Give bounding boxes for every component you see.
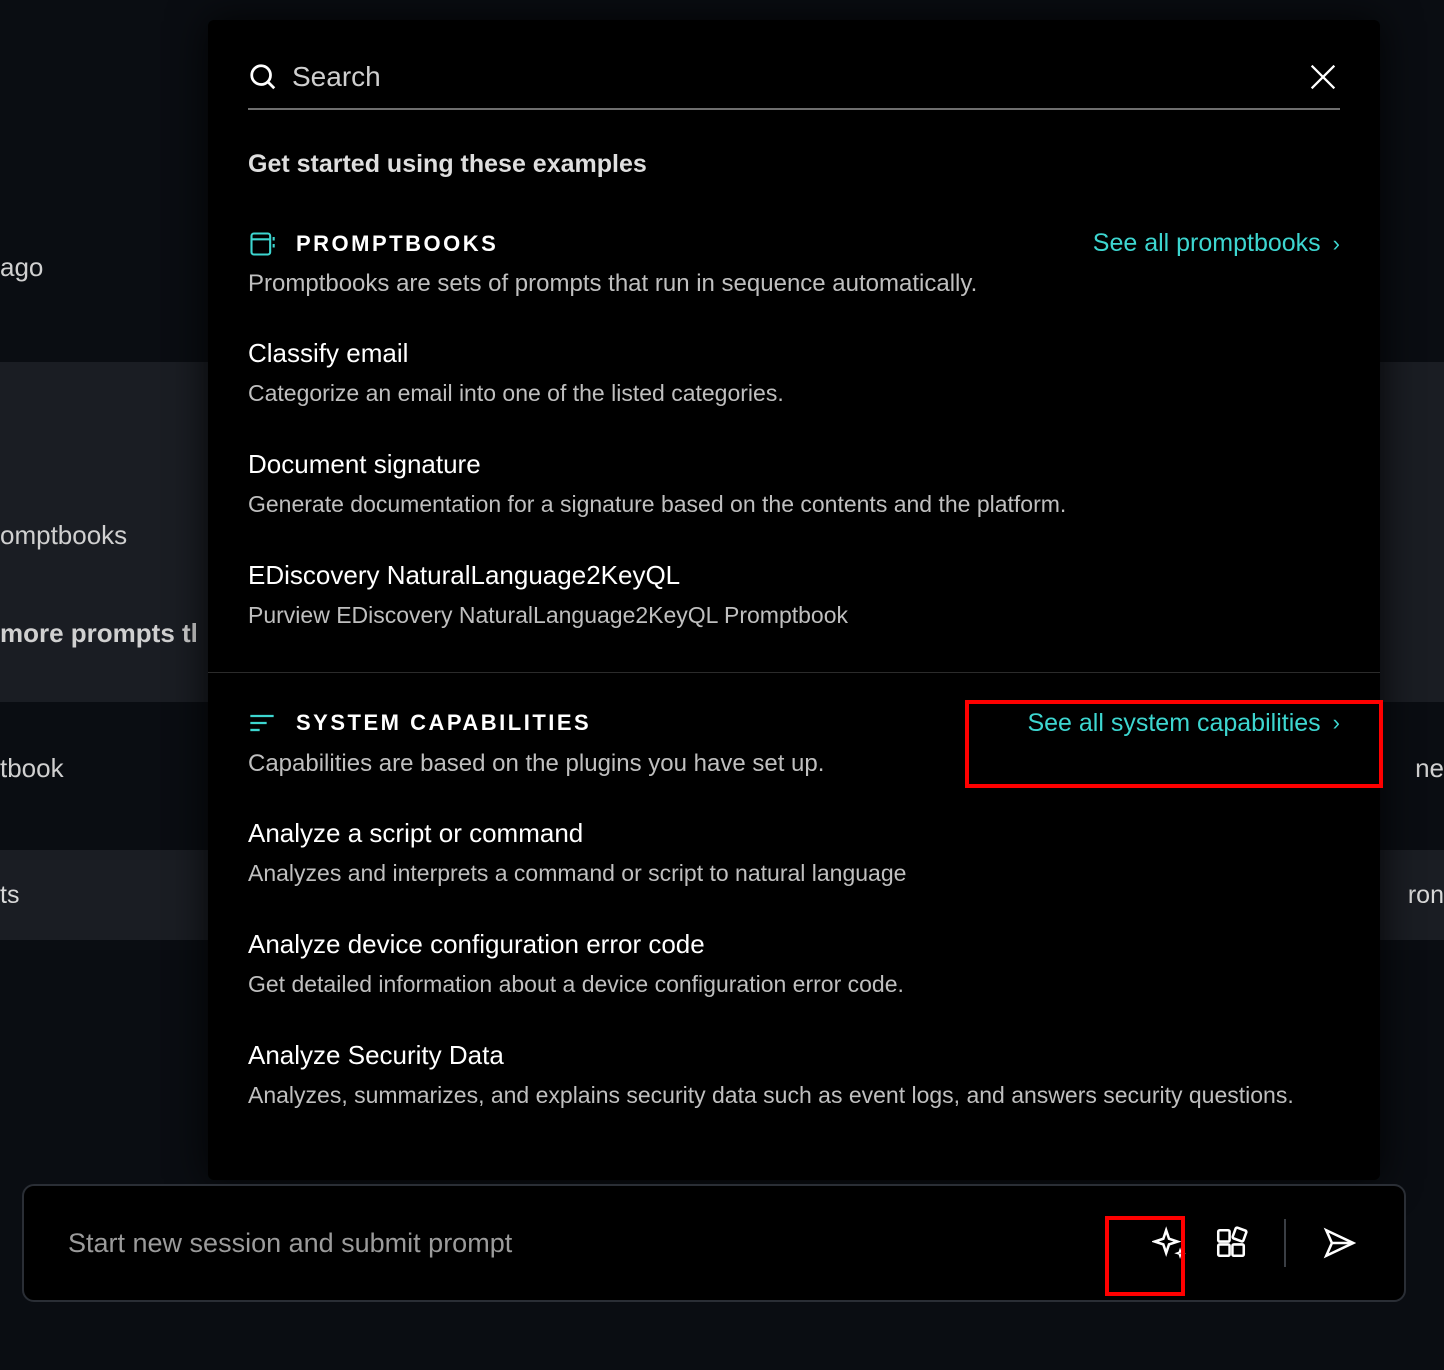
promptbook-item-title: EDiscovery NaturalLanguage2KeyQL [248,560,1340,591]
vertical-divider [1284,1219,1286,1267]
section-divider [208,672,1380,673]
apps-icon[interactable] [1214,1226,1248,1260]
capability-item-title: Analyze a script or command [248,818,1340,849]
intro-heading: Get started using these examples [248,150,1340,179]
bg-text: omptbooks [0,520,127,551]
see-all-system-capabilities-link[interactable]: See all system capabilities › [1027,709,1340,738]
promptbook-item-desc: Generate documentation for a signature b… [248,488,1340,520]
see-all-promptbooks-link[interactable]: See all promptbooks › [1093,229,1340,258]
bg-text: tbook [0,753,64,784]
promptbooks-title: PROMPTBOOKS [296,231,498,257]
promptbook-item-title: Document signature [248,449,1340,480]
search-icon [248,62,278,92]
capability-item-desc: Analyzes, summarizes, and explains secur… [248,1079,1340,1111]
list-icon [248,709,276,737]
capability-item-title: Analyze device configuration error code [248,929,1340,960]
system-capabilities-description: Capabilities are based on the plugins yo… [248,750,1340,778]
capability-item-desc: Analyzes and interprets a command or scr… [248,857,1340,889]
book-icon [248,230,276,258]
bg-text: more prompts tl [0,618,198,649]
capability-item-desc: Get detailed information about a device … [248,968,1340,1000]
bg-text: ts [0,881,19,910]
see-all-promptbooks-label: See all promptbooks [1093,229,1321,258]
prompt-input[interactable] [68,1228,1152,1259]
bg-text: ago [0,252,43,283]
promptbooks-header: PROMPTBOOKS See all promptbooks › [248,229,1340,258]
promptbook-item-desc: Purview EDiscovery NaturalLanguage2KeyQL… [248,599,1340,631]
promptbook-item[interactable]: EDiscovery NaturalLanguage2KeyQL Purview… [248,560,1340,631]
bg-text: ne [1415,753,1444,784]
search-input[interactable] [292,61,1306,93]
prompt-bar [22,1184,1406,1302]
system-capabilities-header: SYSTEM CAPABILITIES See all system capab… [248,709,1340,738]
see-all-system-capabilities-label: See all system capabilities [1027,709,1320,738]
promptbooks-description: Promptbooks are sets of prompts that run… [248,270,1340,298]
promptbook-item-title: Classify email [248,338,1340,369]
send-icon[interactable] [1322,1226,1356,1260]
chevron-right-icon: › [1333,231,1340,257]
chevron-right-icon: › [1333,710,1340,736]
promptbook-item[interactable]: Classify email Categorize an email into … [248,338,1340,409]
capability-item[interactable]: Analyze Security Data Analyzes, summariz… [248,1040,1340,1111]
promptbook-item[interactable]: Document signature Generate documentatio… [248,449,1340,520]
close-icon[interactable] [1306,60,1340,94]
capability-item[interactable]: Analyze a script or command Analyzes and… [248,818,1340,889]
prompt-toolbar [1152,1219,1356,1267]
search-row [248,60,1340,110]
suggestions-panel: Get started using these examples PROMPTB… [208,20,1380,1180]
system-capabilities-title: SYSTEM CAPABILITIES [296,710,591,736]
sparkle-icon[interactable] [1152,1226,1186,1260]
promptbook-item-desc: Categorize an email into one of the list… [248,377,1340,409]
capability-item-title: Analyze Security Data [248,1040,1340,1071]
capability-item[interactable]: Analyze device configuration error code … [248,929,1340,1000]
bg-text: ron [1408,881,1444,910]
